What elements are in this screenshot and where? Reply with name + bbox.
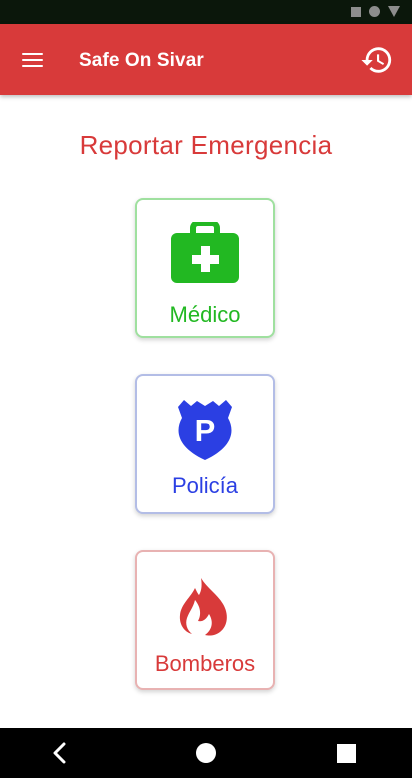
menu-icon <box>21 53 43 67</box>
signal-triangle-icon <box>388 6 400 17</box>
police-badge-letter: P <box>195 413 216 448</box>
system-navigation-bar <box>0 728 412 778</box>
status-icons <box>351 6 400 17</box>
history-button[interactable] <box>360 43 394 77</box>
menu-button[interactable] <box>12 40 52 80</box>
app-title: Safe On Sivar <box>79 50 204 71</box>
notification-circle-icon <box>369 6 380 17</box>
nav-home-button[interactable] <box>196 743 216 763</box>
nav-recents-button[interactable] <box>337 744 356 763</box>
app-bar: Safe On Sivar <box>0 24 412 95</box>
fire-emergency-card[interactable]: Bomberos <box>135 550 275 690</box>
history-icon <box>361 47 392 73</box>
police-emergency-card[interactable]: P Policía <box>135 374 275 514</box>
back-icon <box>53 742 66 764</box>
fire-label: Bomberos <box>154 651 256 676</box>
status-bar <box>0 0 412 24</box>
medical-label: Médico <box>169 302 241 327</box>
medical-emergency-card[interactable]: Médico <box>135 198 275 338</box>
nav-back-button[interactable] <box>46 741 74 765</box>
page-title: Reportar Emergencia <box>79 130 333 160</box>
medical-kit-icon <box>171 220 239 289</box>
notification-square-icon <box>351 6 361 17</box>
fire-icon <box>179 578 231 641</box>
police-badge-icon: P <box>176 398 234 467</box>
police-label: Policía <box>171 473 239 498</box>
